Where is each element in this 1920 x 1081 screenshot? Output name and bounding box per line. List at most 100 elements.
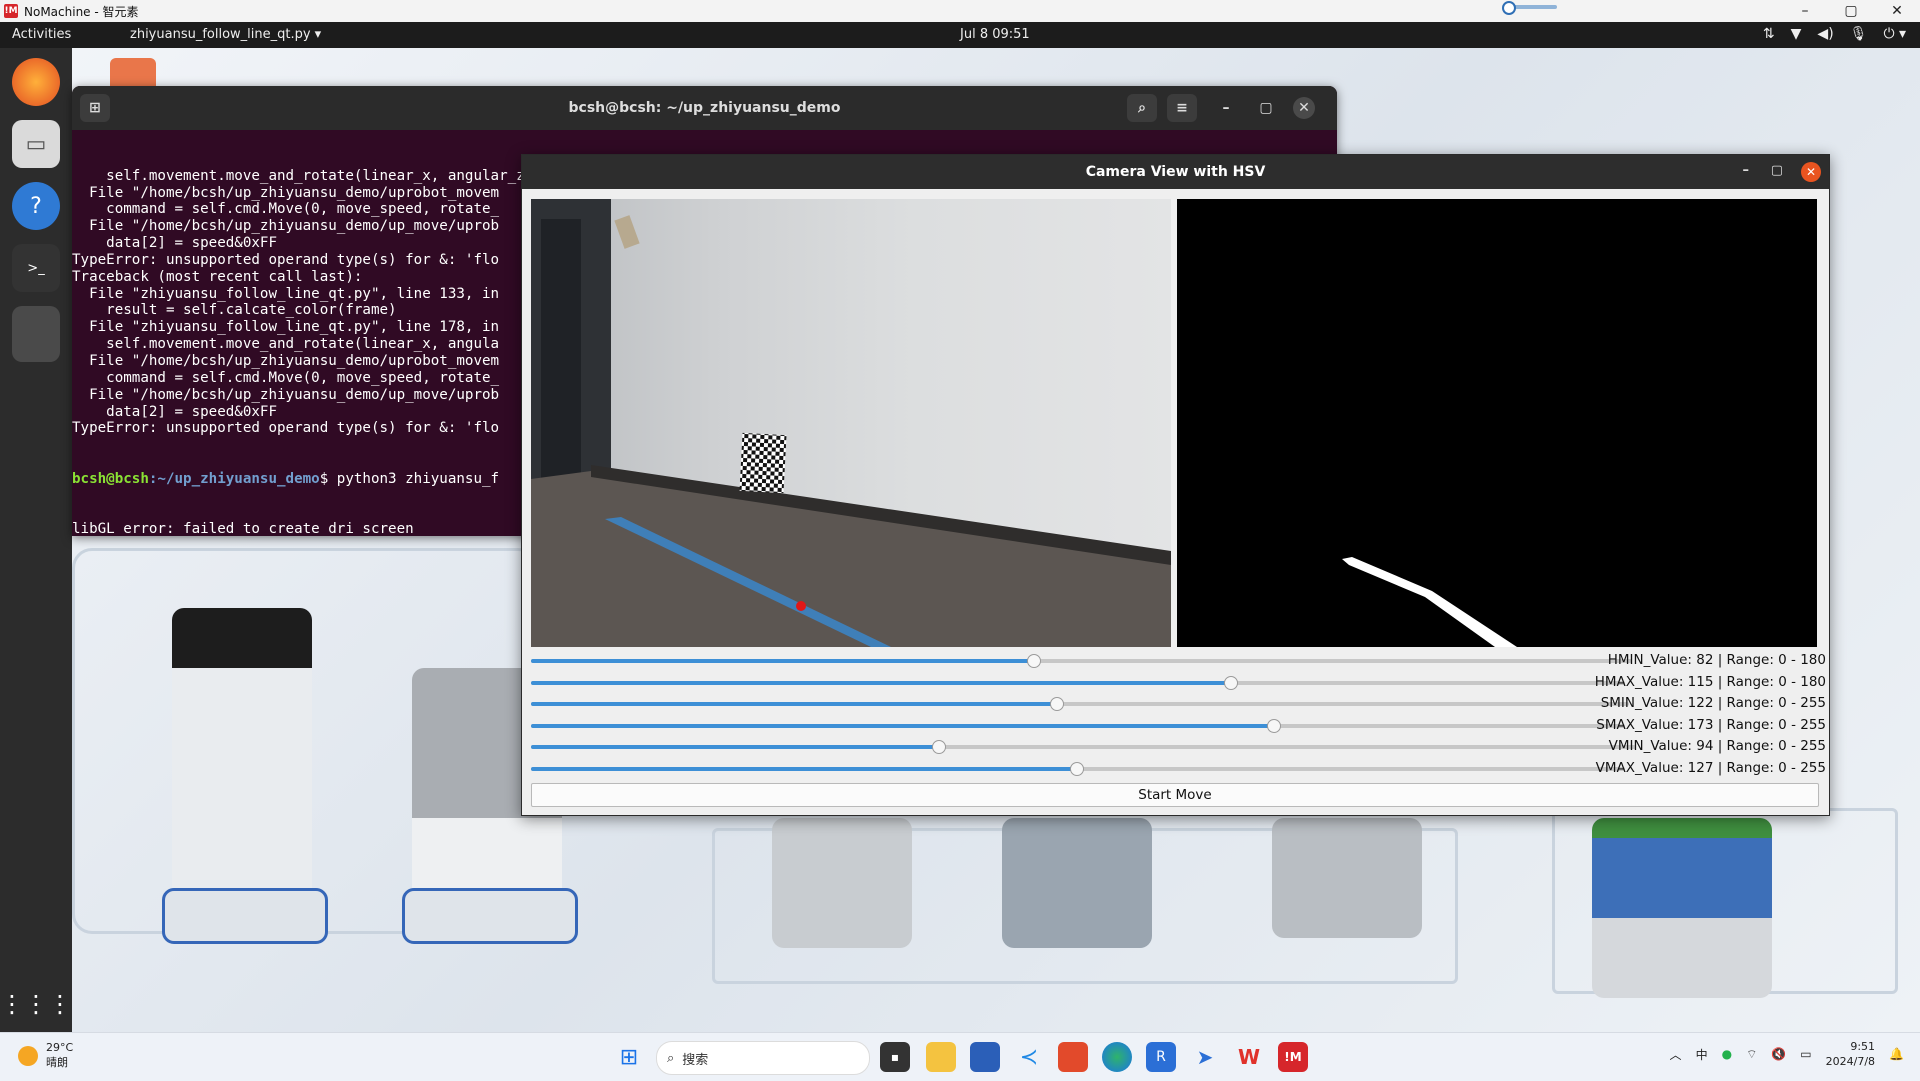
battery-icon[interactable]: ▭ [1800,1047,1811,1061]
sync-icon[interactable]: ● [1722,1047,1732,1061]
prompt-command: $ python3 zhiyuansu_f [319,470,500,487]
close-icon[interactable]: ✕ [1801,162,1821,182]
weather-temp: 29°C [46,1041,74,1054]
vscode-icon[interactable]: ≺ [1014,1042,1044,1072]
windows-systray: ︿ 中 ● ⌔ 🔇 ▭ 9:51 2024/7/8 🔔 [1670,1039,1904,1069]
help-icon[interactable]: ? [12,182,60,230]
volume-icon[interactable]: ◀) [1817,26,1833,42]
weather-widget[interactable]: 29°C 晴朗 [18,1041,73,1070]
wifi-icon[interactable]: ⌔ [1746,1047,1757,1062]
file-explorer-icon[interactable] [926,1042,956,1072]
hsv-slider-row: VMIN_Value: 94 | Range: 0 - 255 [531,738,1826,756]
slider-label: HMIN_Value: 82 | Range: 0 - 180 [1607,652,1826,668]
nomachine-toggle-slider[interactable] [1502,1,1557,15]
dock: ▭ ? >_ ⋮⋮⋮ [0,48,72,1032]
hsv-slider[interactable] [531,761,1625,776]
ime-indicator[interactable]: 中 [1696,1046,1708,1063]
nomachine-maximize-button[interactable]: ▢ [1828,3,1874,19]
camera-window-title: Camera View with HSV [1085,164,1266,180]
slider-fill [531,723,1274,728]
terminal-icon[interactable]: >_ [12,244,60,292]
weather-desc: 晴朗 [46,1056,68,1069]
notification-bell-icon[interactable]: 🔔 [1889,1047,1904,1061]
slider-handle[interactable] [932,740,947,754]
camera-scene [531,199,1171,647]
camera-view-window[interactable]: Camera View with HSV – ▢ ✕ HMIN_Value: 8… [521,154,1830,816]
slider-handle[interactable] [1026,654,1041,668]
power-icon[interactable]: ⏻ ▾ [1883,26,1906,42]
taskbar-date: 2024/7/8 [1825,1055,1876,1068]
nomachine-close-button[interactable]: ✕ [1874,3,1920,19]
slider-fill [531,659,1033,663]
activities-button[interactable]: Activities [12,27,71,42]
edge-icon[interactable] [1102,1042,1132,1072]
minimize-icon[interactable]: – [1211,94,1241,122]
slider-label: VMAX_Value: 127 | Range: 0 - 255 [1595,759,1826,776]
minimize-icon[interactable]: – [1743,163,1750,178]
slider-fill [531,766,1076,771]
workbench-image [1592,818,1772,998]
prompt-path: :~/up_zhiyuansu_demo [148,470,320,487]
top-clock[interactable]: Jul 8 09:51 [960,27,1030,42]
slider-fill [531,702,1057,706]
product-image [1272,818,1422,938]
maximize-icon[interactable]: ▢ [1771,163,1783,178]
slider-handle[interactable] [1069,761,1084,776]
maximize-icon[interactable]: ▢ [1251,94,1281,122]
remote-app-icon[interactable]: R [1146,1042,1176,1072]
terminal-titlebar: ⊞ bcsh@bcsh: ~/up_zhiyuansu_demo ⌕ ≡ – ▢… [72,86,1337,130]
slider-handle[interactable] [1050,697,1065,711]
robot-base-image [162,888,328,944]
robot-arm-base-image [402,888,578,944]
search-icon[interactable]: ⌕ [1127,94,1157,122]
taskbar-clock[interactable]: 9:51 2024/7/8 [1826,1039,1875,1069]
hsv-slider-row: VMAX_Value: 127 | Range: 0 - 255 [531,760,1826,778]
search-placeholder: 搜索 [682,1052,709,1068]
hsv-slider-row: SMAX_Value: 173 | Range: 0 - 255 [531,717,1826,735]
hsv-slider[interactable] [531,675,1625,690]
prompt-user: bcsh@bcsh [72,470,149,487]
menu-icon[interactable]: ≡ [1167,94,1197,122]
hsv-slider-row: SMIN_Value: 122 | Range: 0 - 255 [531,695,1826,713]
wifi-icon[interactable]: ▼ [1791,26,1802,42]
product-image [1002,818,1152,948]
hsv-slider[interactable] [531,697,1629,711]
store-icon[interactable] [970,1042,1000,1072]
wps-icon[interactable]: W [1234,1042,1264,1072]
chevron-up-icon[interactable]: ︿ [1670,1046,1682,1063]
start-move-button[interactable]: Start Move [531,783,1819,807]
search-icon: ⌕ [667,1050,675,1066]
paper-plane-icon[interactable]: ➤ [1190,1042,1220,1072]
app-grid-icon[interactable]: ⋮⋮⋮ [0,980,72,1028]
close-icon[interactable]: ✕ [1293,97,1315,119]
firefox-icon[interactable] [12,58,60,106]
nomachine-taskbar-icon[interactable]: !M [1278,1042,1308,1072]
clicked-point-marker [796,601,806,611]
camera-titlebar: Camera View with HSV – ▢ ✕ [522,155,1829,189]
checkerboard-shape [739,432,787,494]
files-icon[interactable]: ▭ [12,120,60,168]
task-view-icon[interactable]: ▪ [880,1042,910,1072]
slider-handle[interactable] [1223,675,1238,690]
gnome-top-bar: Activities zhiyuansu_follow_line_qt.py ▾… [0,22,1920,48]
app-menu[interactable]: zhiyuansu_follow_line_qt.py ▾ [130,27,321,42]
slider-label: SMIN_Value: 122 | Range: 0 - 255 [1600,695,1826,711]
blank-icon[interactable] [12,306,60,362]
pdf-app-icon[interactable] [1058,1042,1088,1072]
mask-scene [1342,557,1517,647]
slider-fill [531,680,1230,685]
network-icon[interactable]: ⇅ [1763,26,1775,42]
hsv-slider[interactable] [531,654,1632,668]
hsv-slider[interactable] [531,740,1636,754]
mute-icon[interactable]: 🔇 [1771,1047,1786,1061]
product-image [772,818,912,948]
hsv-mask-view [1177,199,1817,647]
windows-start-icon[interactable]: ⊞ [614,1042,644,1072]
hsv-slider[interactable] [531,718,1625,733]
slider-handle[interactable] [1267,718,1282,733]
taskbar-search[interactable]: ⌕ 搜索 [656,1041,870,1075]
camera-raw-view[interactable] [531,199,1171,647]
mic-icon[interactable]: 🎙 [1850,26,1868,42]
nomachine-minimize-button[interactable]: – [1782,3,1828,19]
system-tray[interactable]: ⇅ ▼ ◀) 🎙 ⏻ ▾ [1763,26,1906,42]
